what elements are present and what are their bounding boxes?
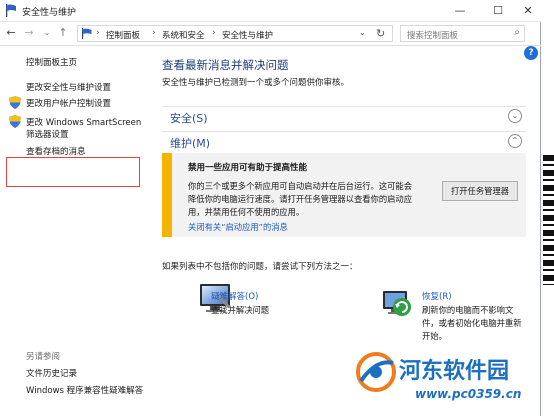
troubleshoot-desc: 查找并解决问题 xyxy=(211,305,270,315)
section-security[interactable]: 安全(S) ⌄ xyxy=(162,106,526,126)
search-input[interactable]: 搜索控制面板 ⌕ xyxy=(400,25,525,42)
breadcrumb-control-panel[interactable]: 控制面板 xyxy=(106,29,140,41)
warning-accent-bar xyxy=(162,153,172,237)
flag-icon xyxy=(6,4,16,17)
control-panel-flag-icon xyxy=(82,28,92,39)
breadcrumb-separator-icon: › xyxy=(212,28,216,38)
recovery-link[interactable]: 恢复(R) xyxy=(422,290,452,302)
breadcrumb-system-security[interactable]: 系统和安全 xyxy=(162,29,205,41)
title-bar: 安全性与维护 — ☐ ✕ xyxy=(0,0,541,22)
open-task-manager-button[interactable]: 打开任务管理器 xyxy=(442,181,518,201)
breadcrumb-security-maintenance[interactable]: 安全性与维护 xyxy=(222,29,273,41)
navigation-bar: ← → ⌄ ↑ › 控制面板 › 系统和安全 › 安全性与维护 ⌄ ↻ 搜索控制… xyxy=(0,22,541,46)
forward-arrow-icon[interactable]: → xyxy=(22,26,36,40)
sidebar-link-file-history[interactable]: 文件历史记录 xyxy=(26,367,77,379)
search-placeholder: 搜索控制面板 xyxy=(407,31,459,41)
uac-shield-icon xyxy=(9,96,21,109)
sidebar: 控制面板主页 更改安全性与维护设置 更改用户帐户控制设置 更改 Windows … xyxy=(0,47,152,416)
sidebar-item-smartscreen-line2[interactable]: 筛选器设置 xyxy=(26,128,69,140)
maximize-button[interactable]: ☐ xyxy=(483,0,513,22)
recovery-desc: 刷新你的电脑而不影响文件，或者初始化电脑并重新开始。 xyxy=(422,305,522,341)
recovery-icon[interactable] xyxy=(378,283,418,323)
chevron-up-icon[interactable]: ⌃ xyxy=(508,134,522,148)
search-icon[interactable]: ⌕ xyxy=(514,27,520,38)
see-also-label: 另请参阅 xyxy=(26,352,61,362)
startup-apps-notice: 禁用一些应用可有助于提高性能 你的三个或更多个新应用可自动启动并在后台运行。这可… xyxy=(162,153,526,237)
troubleshoot-link[interactable]: 疑难解答(O) xyxy=(211,290,258,302)
up-arrow-icon[interactable]: ↑ xyxy=(56,26,70,40)
sidebar-item-archived-messages[interactable]: 查看存档的消息 xyxy=(26,145,86,157)
qr-code-fragment xyxy=(543,155,554,285)
turn-off-messages-link[interactable]: 关闭有关“启动应用”的消息 xyxy=(188,221,288,233)
sidebar-item-smartscreen[interactable]: 更改 Windows SmartScreen xyxy=(26,116,141,128)
back-arrow-icon[interactable]: ← xyxy=(4,26,18,40)
alternative-hint: 如果列表中不包括你的问题，请尝试下列方法之一： xyxy=(162,262,358,272)
notice-body: 你的三个或更多个新应用可自动启动并在后台运行。这可能会降低你的电脑运行速度。请打… xyxy=(188,181,413,217)
breadcrumb-separator-icon: › xyxy=(96,28,100,38)
recent-locations-chevron-icon[interactable]: ⌄ xyxy=(40,26,54,40)
page-subtitle: 安全性与维护已检测到一个或多个问题供你审核。 xyxy=(162,78,350,88)
address-bar[interactable]: › 控制面板 › 系统和安全 › 安全性与维护 ⌄ ↻ xyxy=(77,25,393,42)
section-maintenance-label: 维护(M) xyxy=(170,137,211,150)
address-dropdown-icon[interactable]: ⌄ xyxy=(359,28,366,37)
section-maintenance[interactable]: 维护(M) ⌃ xyxy=(162,131,526,151)
watermark-logo-icon xyxy=(356,352,396,392)
watermark: 河东软件园 www.pc0359.cn xyxy=(355,345,554,416)
sidebar-item-change-settings[interactable]: 更改安全性与维护设置 xyxy=(26,81,111,93)
minimize-button[interactable]: — xyxy=(445,0,475,22)
section-security-label: 安全(S) xyxy=(170,112,208,125)
notice-title: 禁用一些应用可有助于提高性能 xyxy=(188,163,308,173)
sidebar-item-uac-settings[interactable]: 更改用户帐户控制设置 xyxy=(26,97,111,109)
chevron-down-icon[interactable]: ⌄ xyxy=(508,109,522,123)
breadcrumb-separator-icon: › xyxy=(152,28,156,38)
sidebar-home-link[interactable]: 控制面板主页 xyxy=(26,56,77,68)
smartscreen-highlight-box xyxy=(6,157,140,187)
close-button[interactable]: ✕ xyxy=(513,0,543,22)
window-title: 安全性与维护 xyxy=(22,8,77,18)
refresh-icon[interactable]: ↻ xyxy=(376,27,385,40)
sidebar-link-compat-troubleshooter[interactable]: Windows 程序兼容性疑难解答 xyxy=(26,384,143,396)
uac-shield-icon xyxy=(9,115,21,128)
page-title: 查看最新消息并解决问题 xyxy=(162,58,289,72)
watermark-url: www.pc0359.cn xyxy=(415,387,522,401)
watermark-text: 河东软件园 xyxy=(399,359,510,384)
